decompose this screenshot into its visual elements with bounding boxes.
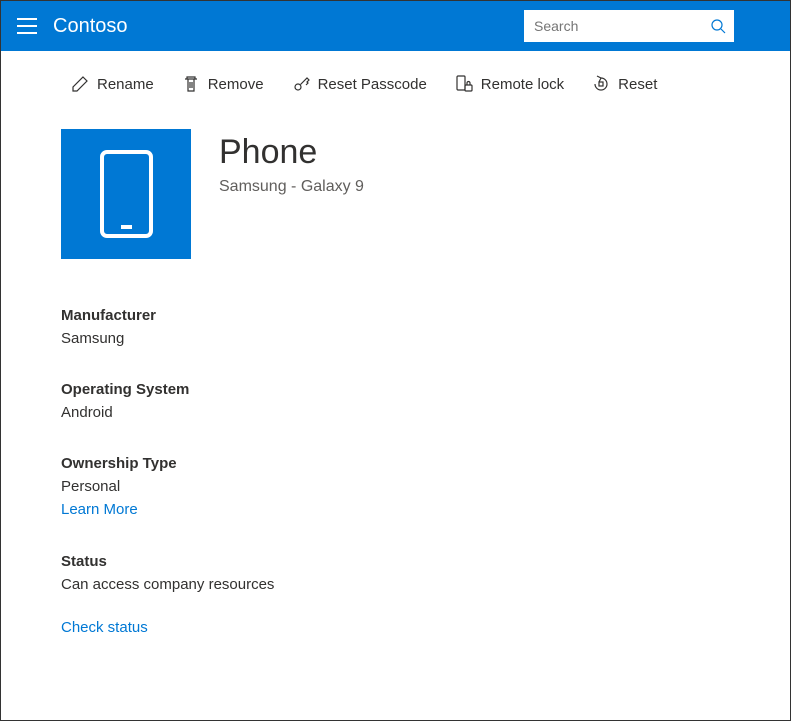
reset-icon	[592, 75, 610, 93]
content-area: Phone Samsung - Galaxy 9 Manufacturer Sa…	[1, 109, 790, 657]
status-block: Status Can access company resources Chec…	[61, 553, 730, 637]
trash-icon	[182, 75, 200, 93]
key-icon	[292, 75, 310, 93]
device-title: Phone	[219, 133, 364, 172]
brand-name: Contoso	[53, 15, 128, 38]
manufacturer-block: Manufacturer Samsung	[61, 307, 730, 347]
phone-icon	[99, 149, 154, 239]
os-block: Operating System Android	[61, 381, 730, 421]
ownership-block: Ownership Type Personal Learn More	[61, 455, 730, 519]
search-box	[524, 10, 734, 42]
manufacturer-value: Samsung	[61, 330, 730, 347]
ownership-value: Personal	[61, 478, 730, 495]
remote-lock-label: Remote lock	[481, 76, 564, 93]
search-input[interactable]	[524, 10, 734, 42]
remove-label: Remove	[208, 76, 264, 93]
reset-passcode-button[interactable]: Reset Passcode	[292, 75, 427, 93]
status-label: Status	[61, 553, 730, 570]
manufacturer-label: Manufacturer	[61, 307, 730, 324]
device-hero: Phone Samsung - Galaxy 9	[61, 129, 730, 259]
menu-icon[interactable]	[17, 14, 41, 38]
remove-button[interactable]: Remove	[182, 75, 264, 93]
status-value: Can access company resources	[61, 576, 730, 593]
rename-button[interactable]: Rename	[71, 75, 154, 93]
ownership-label: Ownership Type	[61, 455, 730, 472]
phone-lock-icon	[455, 75, 473, 93]
os-label: Operating System	[61, 381, 730, 398]
rename-label: Rename	[97, 76, 154, 93]
device-subtitle: Samsung - Galaxy 9	[219, 178, 364, 196]
reset-passcode-label: Reset Passcode	[318, 76, 427, 93]
learn-more-link[interactable]: Learn More	[61, 501, 138, 518]
toolbar: Rename Remove Reset Passcode Remote lock…	[1, 51, 790, 109]
pencil-icon	[71, 75, 89, 93]
device-title-block: Phone Samsung - Galaxy 9	[219, 129, 364, 196]
remote-lock-button[interactable]: Remote lock	[455, 75, 564, 93]
app-header: Contoso	[1, 1, 790, 51]
device-tile	[61, 129, 191, 259]
os-value: Android	[61, 404, 730, 421]
check-status-link[interactable]: Check status	[61, 619, 148, 636]
reset-label: Reset	[618, 76, 657, 93]
details-list: Manufacturer Samsung Operating System An…	[61, 307, 730, 637]
search-icon[interactable]	[710, 18, 726, 34]
reset-button[interactable]: Reset	[592, 75, 657, 93]
